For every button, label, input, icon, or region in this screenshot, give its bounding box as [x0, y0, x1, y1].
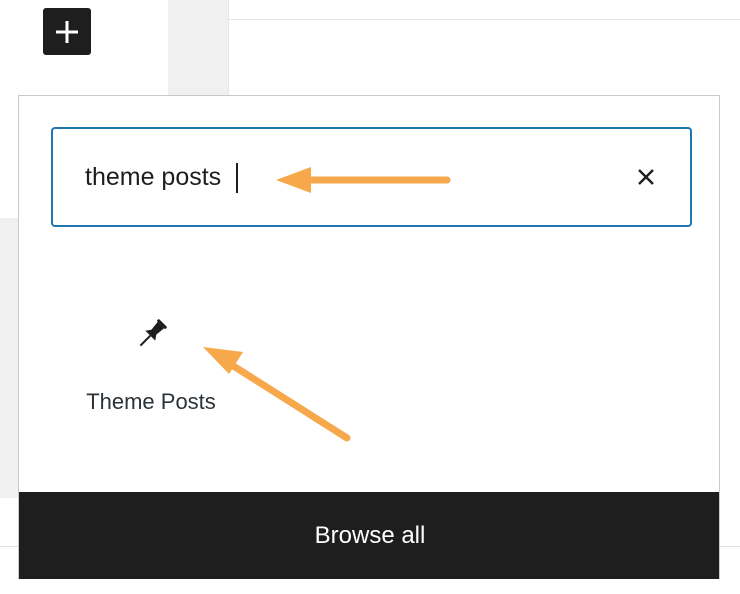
browse-all-button[interactable]: Browse all	[19, 492, 719, 579]
block-search-box	[51, 127, 692, 227]
block-inserter-toggle-button[interactable]	[43, 8, 91, 55]
clear-search-button[interactable]	[624, 155, 668, 199]
plus-icon	[56, 20, 78, 43]
editor-top-divider	[229, 19, 740, 20]
block-inserter-panel: Theme Posts Browse all	[18, 95, 720, 579]
block-search-input[interactable]	[85, 129, 615, 225]
pin-icon	[129, 313, 173, 357]
text-caret	[236, 163, 238, 193]
block-result-theme-posts[interactable]: Theme Posts	[71, 301, 231, 421]
close-icon	[638, 169, 654, 185]
block-result-label: Theme Posts	[86, 389, 216, 414]
editor-gray-lower	[0, 218, 18, 498]
editor-gray-column	[168, 0, 229, 96]
